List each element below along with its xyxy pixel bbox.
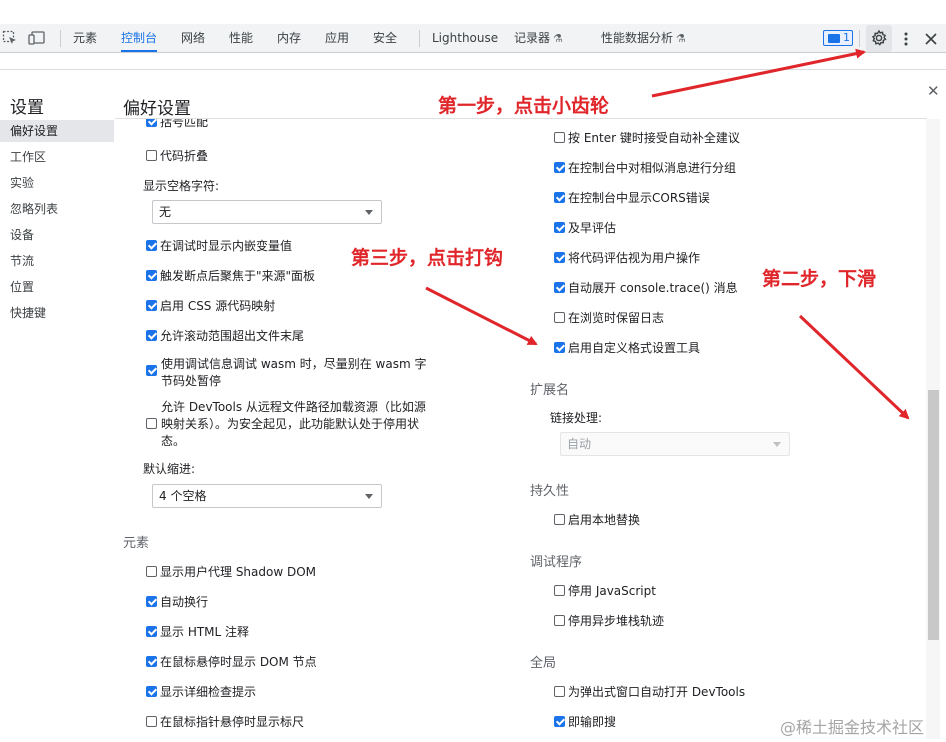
annotation-arrows [425,48,910,420]
watermark: @稀土掘金技术社区 [780,718,925,737]
arrow-scroll-down [798,314,910,420]
arrow-to-checkbox [425,286,538,346]
arrow-to-gear [651,48,866,98]
